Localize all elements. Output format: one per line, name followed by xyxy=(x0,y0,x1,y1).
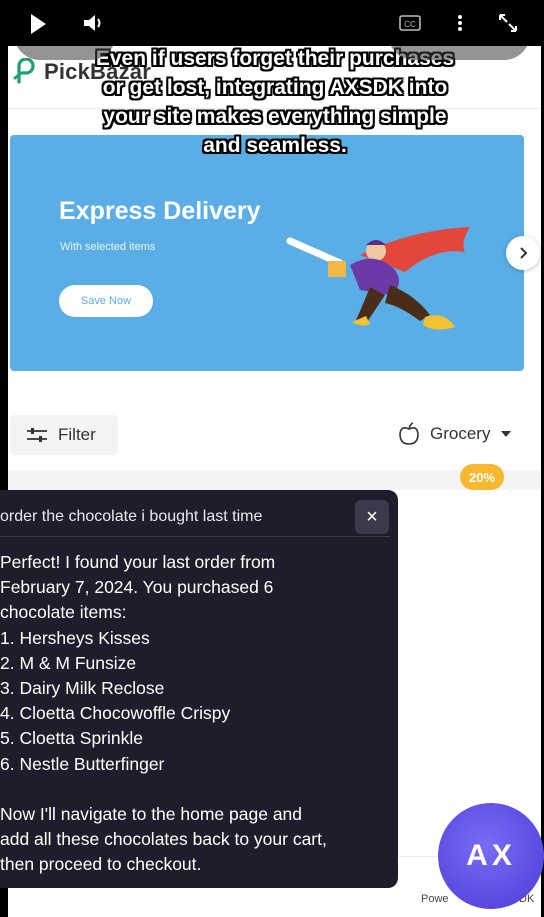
response-line: Now I'll navigate to the home page and xyxy=(0,803,303,824)
user-query: order the chocolate i bought last time xyxy=(0,508,263,525)
caption-line: and seamless. xyxy=(203,134,347,157)
apple-icon xyxy=(399,422,419,445)
caret-down-icon xyxy=(501,431,512,437)
express-delivery-banner[interactable]: Express Delivery With selected items Sav… xyxy=(10,135,524,371)
video-caption: Even if users forget their purchases or … xyxy=(50,44,500,160)
fullscreen-button[interactable] xyxy=(488,10,528,60)
play-button[interactable] xyxy=(18,10,58,60)
sliders-icon xyxy=(27,428,47,442)
close-chat-button[interactable]: × xyxy=(355,500,389,534)
banner-subtitle: With selected items xyxy=(60,241,156,253)
response-line: add all these chocolates back to your ca… xyxy=(0,829,327,850)
assistant-launcher-button[interactable]: AX xyxy=(438,803,544,909)
banner-next-button[interactable] xyxy=(506,236,540,270)
response-line: 5. Cloetta Sprinkle xyxy=(0,728,143,749)
response-line: Perfect! I found your last order from xyxy=(0,552,276,572)
response-line: 2. M & M Funsize xyxy=(0,652,137,673)
volume-button[interactable] xyxy=(74,10,114,60)
svg-text:CC: CC xyxy=(404,20,416,29)
assistant-response: Perfect! I found your last order from Fe… xyxy=(0,550,390,877)
fullscreen-icon xyxy=(499,14,517,32)
response-line: chocolate items: xyxy=(0,602,127,623)
response-line: 1. Hersheys Kisses xyxy=(0,627,150,648)
powered-by-text: Powe xyxy=(421,893,449,905)
chevron-right-icon xyxy=(520,247,528,259)
response-line: 4. Cloetta Chocowoffle Crispy xyxy=(0,703,231,724)
category-label: Grocery xyxy=(430,424,491,443)
flying-delivery-hero-illustration xyxy=(286,227,470,330)
assistant-chat-panel: order the chocolate i bought last time ×… xyxy=(0,490,398,888)
caption-line: your site makes everything simple xyxy=(103,105,447,128)
play-icon xyxy=(31,14,46,34)
volume-icon xyxy=(84,15,101,31)
pickbazar-logo-icon xyxy=(13,58,35,84)
closed-captions-icon: CC xyxy=(399,15,421,31)
response-line: 6. Nestle Butterfinger xyxy=(0,753,165,774)
category-dropdown[interactable]: Grocery xyxy=(398,422,512,446)
save-now-button[interactable]: Save Now xyxy=(59,285,153,317)
chat-divider xyxy=(0,536,390,537)
captions-button[interactable]: CC xyxy=(390,10,430,60)
more-vertical-icon xyxy=(458,15,462,31)
response-line: February 7, 2024. You purchased 6 xyxy=(0,577,274,598)
filter-button[interactable]: Filter xyxy=(10,415,118,455)
filter-label: Filter xyxy=(58,425,96,444)
response-line: 3. Dairy Milk Reclose xyxy=(0,678,165,699)
discount-badge: 20% xyxy=(460,464,504,490)
response-line: then proceed to checkout. xyxy=(0,854,202,875)
more-options-button[interactable] xyxy=(440,10,480,60)
caption-line: or get lost, integrating AXSDK into xyxy=(102,76,448,99)
banner-title: Express Delivery xyxy=(59,197,261,225)
response-spacer xyxy=(0,777,390,802)
